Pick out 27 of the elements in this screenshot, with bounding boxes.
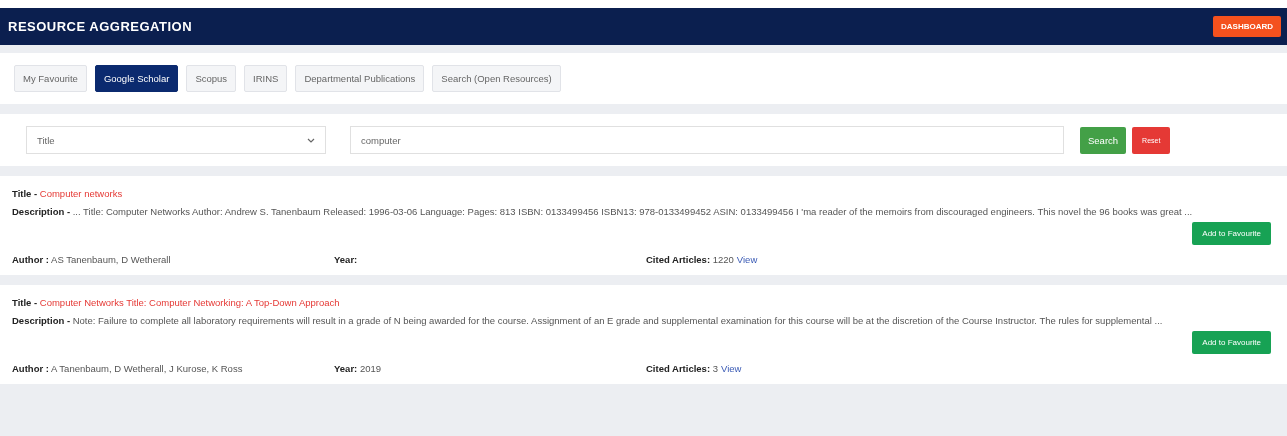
dropdown-value: Title (37, 134, 55, 146)
result-description: Description - Note: Failure to complete all laboratory requirements will result in a grade of N being awarded for the course. Assignment of an E grade and supplemental examination for this course will be at the discretion of the Course Instructor. The rules for supplemental ... (12, 314, 1164, 328)
result-title: Title - Computer networks (12, 187, 124, 201)
author-text: Author : AS Tanenbaum, D Wetherall (12, 254, 171, 265)
tab[interactable]: Departmental Publications (295, 65, 425, 92)
result-title: Title - Computer Networks Title: Computer Networking: A Top-Down Approach (12, 296, 341, 310)
view-link[interactable]: View (736, 254, 758, 265)
tab[interactable]: Google Scholar (94, 65, 179, 92)
view-link[interactable]: View (721, 363, 742, 374)
dashboard-button[interactable]: DASHBOARD (1213, 16, 1281, 37)
tab[interactable]: Scopus (186, 65, 237, 92)
chevron-icon (307, 137, 315, 143)
app-title: RESOURCE AGGREGATION (8, 19, 193, 34)
year-text: Year: (334, 254, 358, 265)
tab[interactable]: My Favourite (14, 65, 87, 92)
author-text: Author : A Tanenbaum, D Wetherall, J Kurose, K Ross (12, 363, 243, 374)
search-input[interactable]: computer (350, 126, 1064, 154)
result-description: Description - ... Title: Computer Networks Author: Andrew S. Tanenbaum Released: 1996-03-06 Language: Pages: 813 ISBN: 0133499456 ISBN13: 978-0133499452 ASIN: 0133499456 I 'ma reader of the memoirs from discouraged engineers. This novel the 96 books was great ... (12, 205, 1194, 219)
tab[interactable]: IRINS (244, 65, 288, 92)
year-text: Year: 2019 (334, 363, 382, 374)
tab[interactable]: Search (Open Resources) (432, 65, 561, 92)
add-to-favourite-button[interactable]: Add to Favourite (1192, 331, 1271, 354)
cited-articles-text: Cited Articles: 3 (646, 363, 718, 374)
add-to-favourite-button[interactable]: Add to Favourite (1192, 222, 1271, 245)
search-button[interactable]: Search (1080, 126, 1127, 154)
cited-articles-text: Cited Articles: 1220 (646, 254, 734, 265)
field-dropdown[interactable]: Title (26, 126, 326, 154)
